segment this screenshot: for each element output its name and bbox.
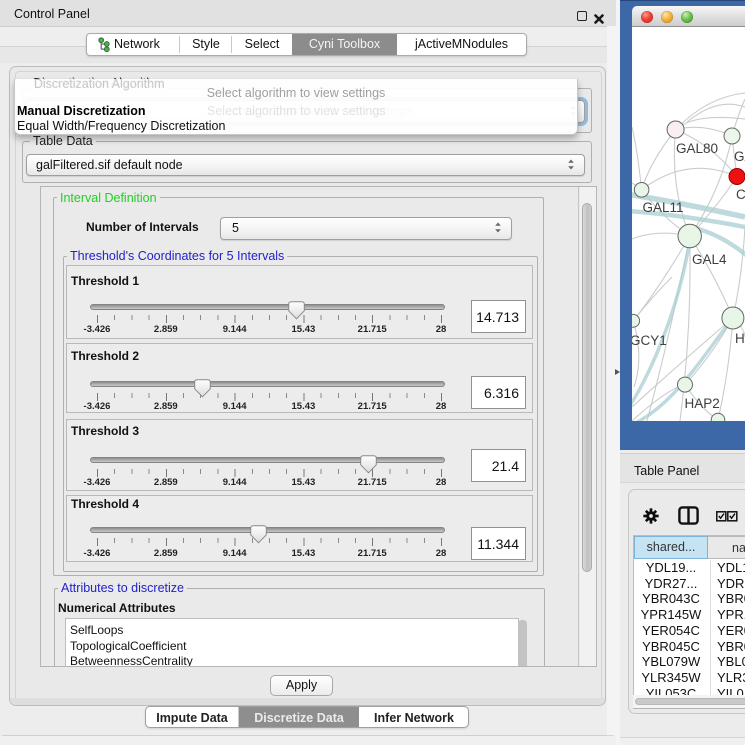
svg-text:GA: GA — [734, 149, 745, 164]
svg-text:HA: HA — [735, 331, 745, 346]
svg-text:CR: CR — [736, 187, 745, 202]
svg-text:GAL4: GAL4 — [692, 252, 727, 267]
svg-text:GCY1: GCY1 — [632, 333, 667, 348]
svg-text:GAL11: GAL11 — [643, 200, 684, 215]
svg-text:GAL80: GAL80 — [676, 141, 718, 156]
svg-text:HAP2: HAP2 — [685, 396, 720, 411]
